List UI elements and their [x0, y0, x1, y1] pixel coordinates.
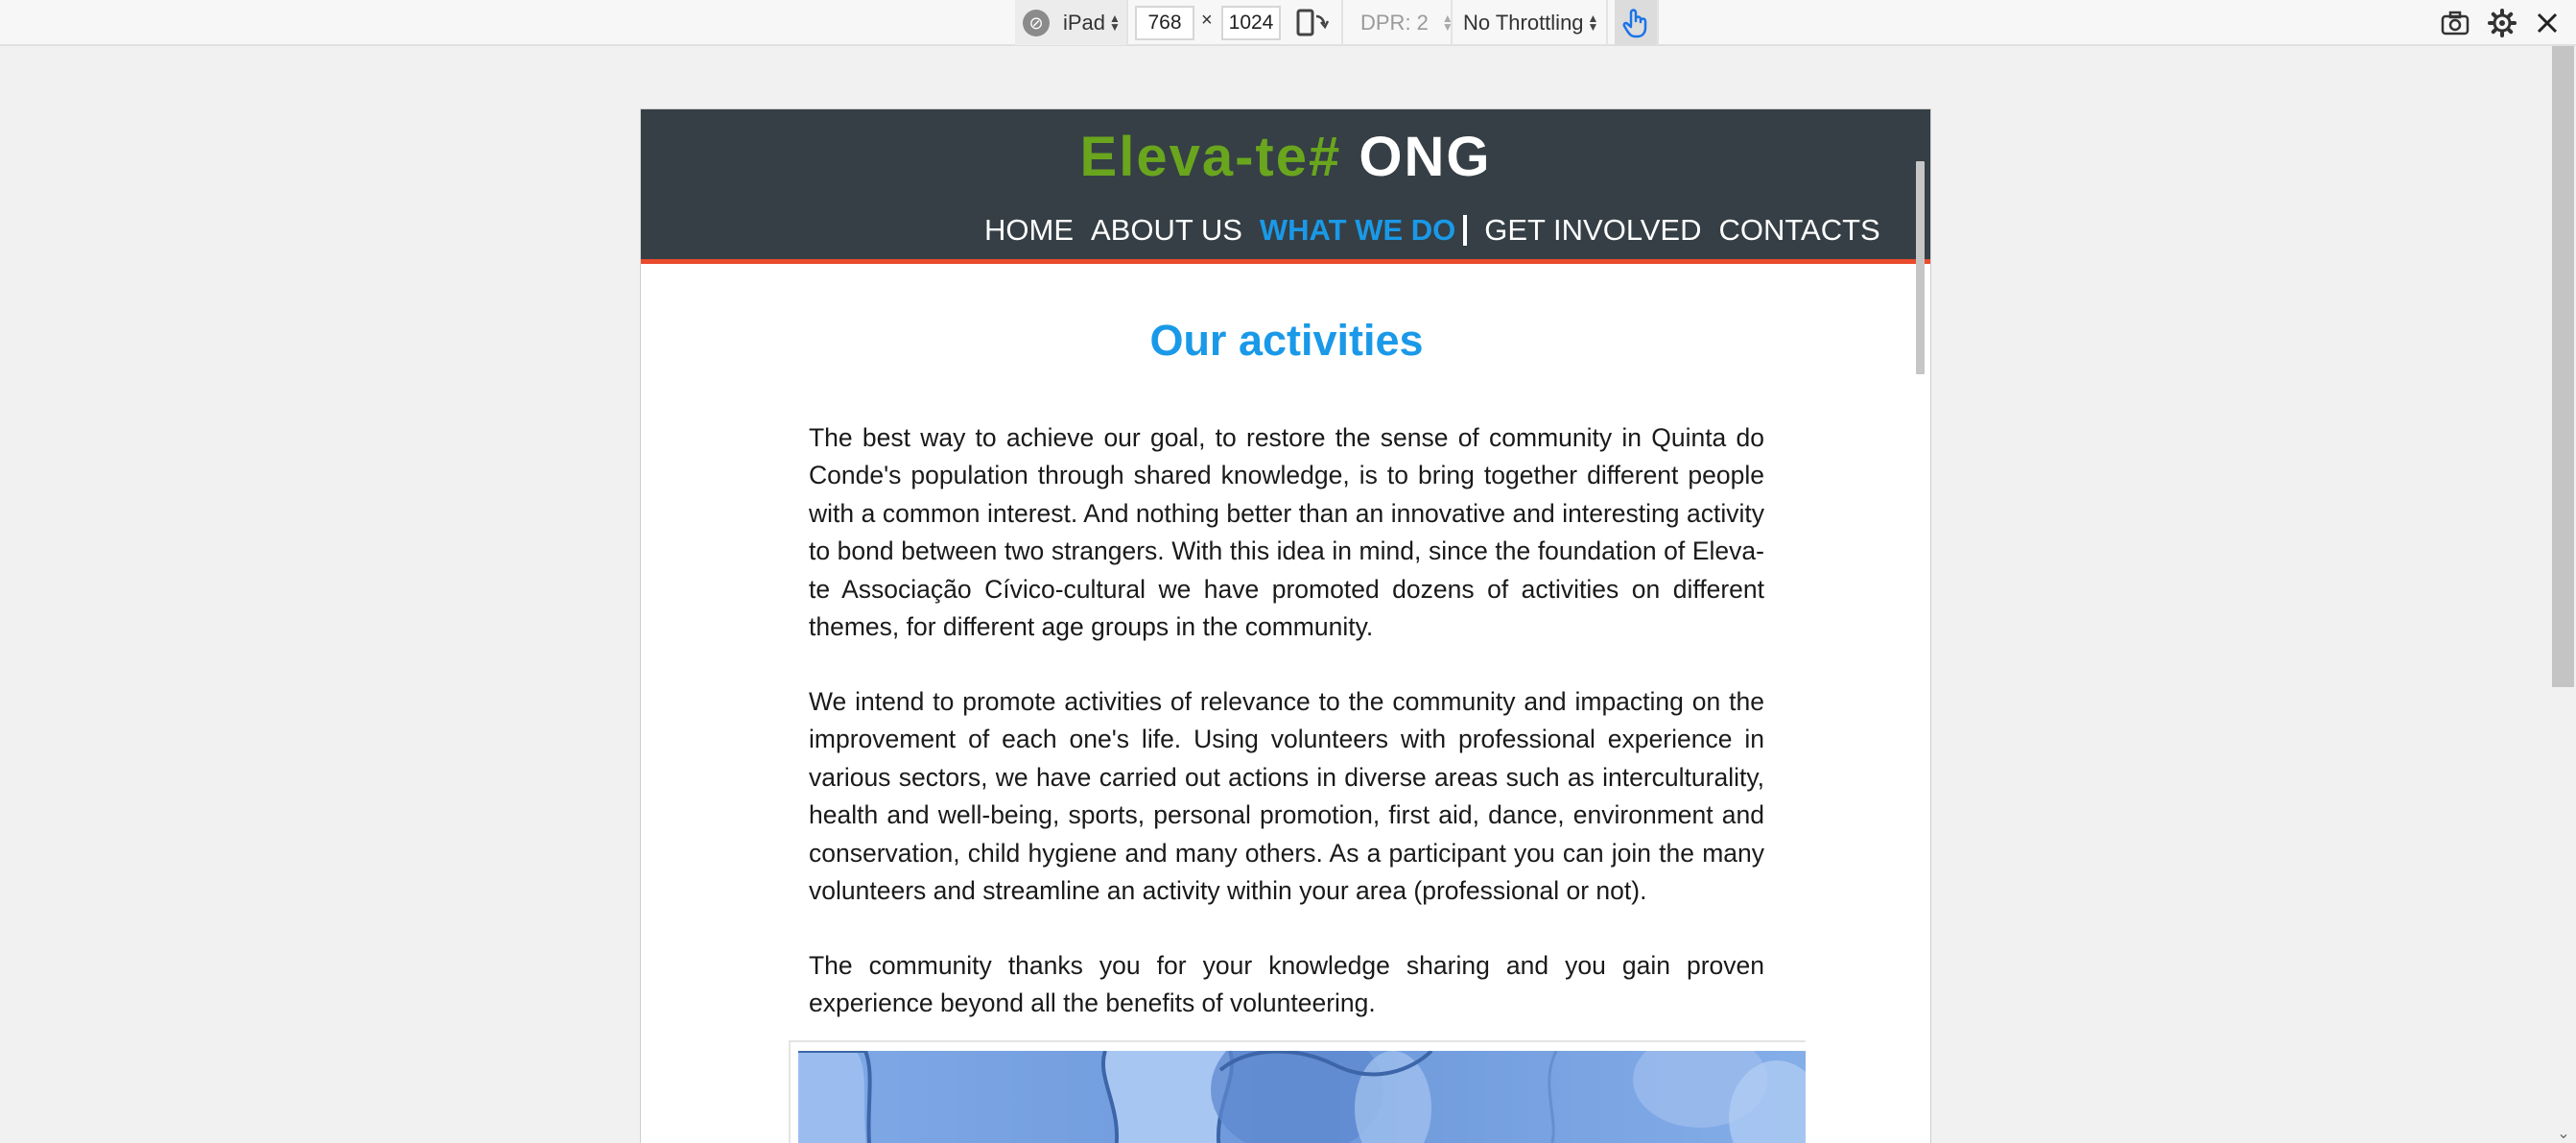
- select-arrows-icon: ▲ ▼: [1587, 11, 1599, 34]
- responsive-toolbar: ⊘ iPad ▲ ▼ 768 × 1024 DPR: 2 ▲ ▼ No Thrott…: [0, 0, 2576, 46]
- rotate-device-icon[interactable]: [1295, 8, 1330, 43]
- viewport-scrollbar-thumb[interactable]: [1916, 161, 1925, 374]
- dpr-selector[interactable]: DPR: 2 ▲ ▼: [1360, 0, 1453, 45]
- scrollbar-thumb[interactable]: [2552, 46, 2574, 687]
- throttling-label: No Throttling: [1463, 10, 1584, 35]
- nav-about-us[interactable]: ABOUT US: [1091, 213, 1242, 248]
- camera-icon[interactable]: [2438, 6, 2472, 40]
- close-icon[interactable]: [2530, 6, 2564, 40]
- nav-get-involved[interactable]: GET INVOLVED: [1484, 213, 1701, 248]
- compass-disabled-icon: ⊘: [1023, 9, 1050, 36]
- nav-contacts[interactable]: CONTACTS: [1719, 213, 1880, 248]
- paragraph-thanks: The community thanks you for your knowle…: [809, 951, 1764, 1018]
- activity-image: [798, 1051, 1806, 1143]
- nav-active-divider: [1463, 215, 1468, 246]
- logo-white-text: ONG: [1359, 126, 1492, 188]
- device-viewport: Eleva-te# ONG HOME ABOUT US WHAT WE DO G…: [640, 108, 1931, 1143]
- page-title: Our activities: [1149, 316, 1424, 365]
- logo-green-text: Eleva-te#: [1079, 126, 1342, 188]
- select-arrows-icon: ▲ ▼: [1109, 11, 1121, 34]
- site-logo[interactable]: Eleva-te# ONG: [641, 125, 1930, 189]
- touch-simulation-button[interactable]: [1615, 0, 1657, 45]
- divider: [1657, 0, 1659, 45]
- device-selector[interactable]: ⊘ iPad ▲ ▼: [1015, 0, 1126, 45]
- divider: [1451, 0, 1453, 45]
- activity-image-card: [789, 1040, 1806, 1143]
- page-scrollbar[interactable]: ⌄: [2550, 46, 2576, 1143]
- site-header: Eleva-te# ONG HOME ABOUT US WHAT WE DO G…: [641, 109, 1930, 264]
- times-sign: ×: [1201, 10, 1213, 31]
- nav-home[interactable]: HOME: [984, 213, 1074, 248]
- nav-what-we-do[interactable]: WHAT WE DO: [1260, 213, 1455, 248]
- device-name: iPad: [1063, 10, 1106, 35]
- throttling-selector[interactable]: No Throttling ▲ ▼: [1463, 0, 1598, 45]
- width-input[interactable]: 768: [1135, 6, 1194, 40]
- dpr-label: DPR: 2: [1360, 10, 1429, 35]
- divider: [1341, 0, 1343, 45]
- divider: [1606, 0, 1608, 45]
- chevron-down-icon[interactable]: ⌄: [2554, 1124, 2573, 1143]
- height-input[interactable]: 1024: [1221, 6, 1281, 40]
- paragraph-activities: We intend to promote activities of relev…: [809, 687, 1764, 906]
- touch-hand-icon: [1622, 8, 1647, 37]
- gear-icon[interactable]: [2485, 6, 2519, 40]
- divider: [1126, 0, 1128, 45]
- paragraph-intro: The best way to achieve our goal, to res…: [809, 423, 1764, 642]
- main-nav: HOME ABOUT US WHAT WE DO GET INVOLVED CO…: [984, 211, 1898, 250]
- viewport-scrollbar[interactable]: [1916, 161, 1925, 1143]
